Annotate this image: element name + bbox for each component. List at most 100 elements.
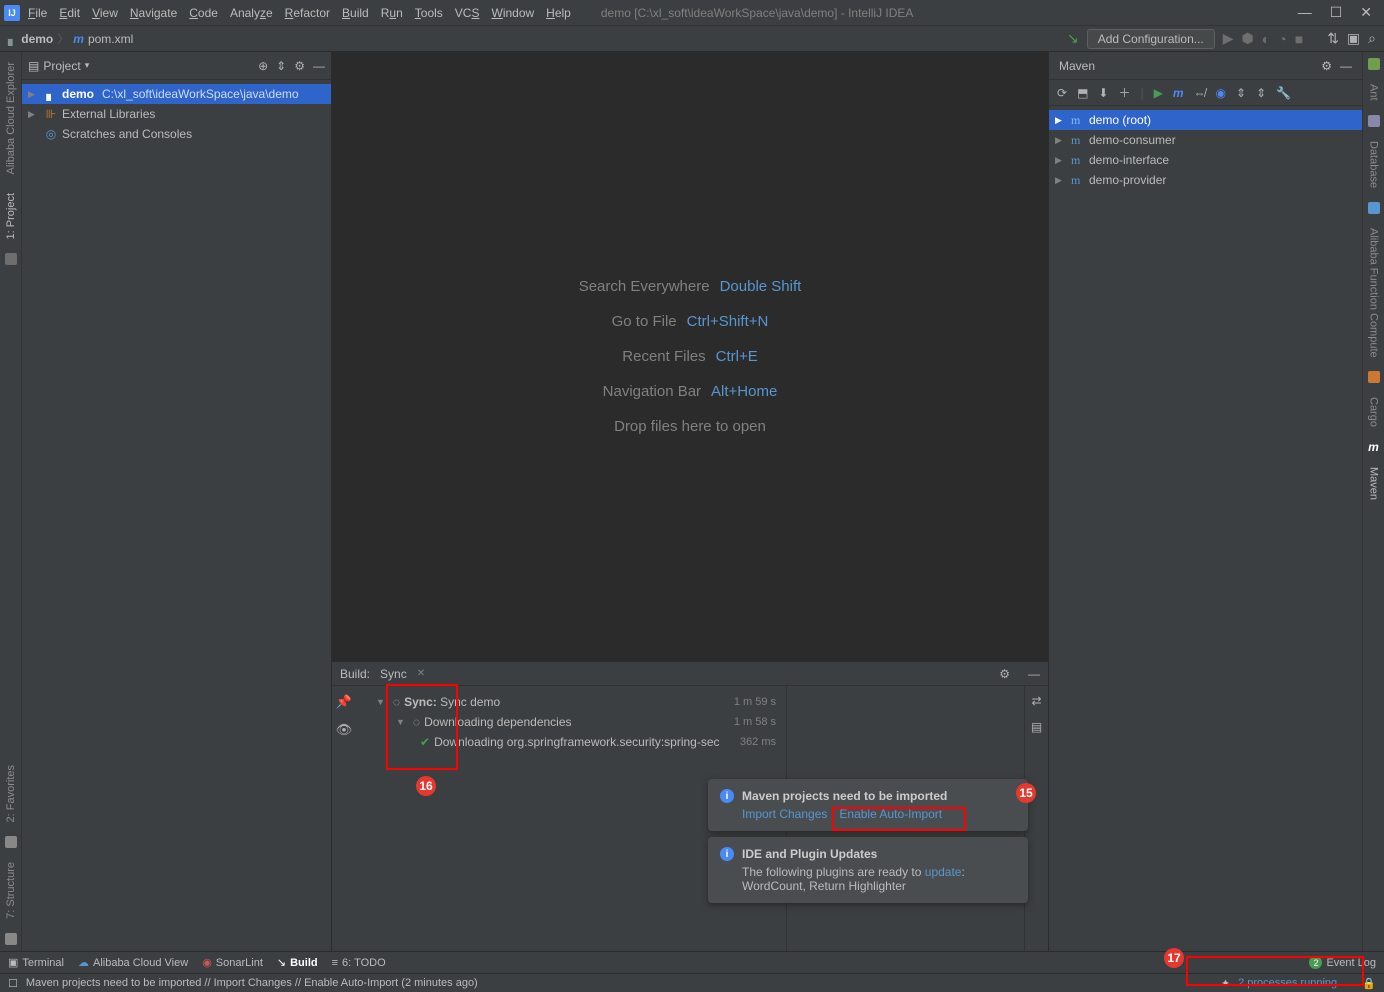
toggle-offline-icon[interactable]: ⇎ xyxy=(1194,86,1206,100)
collapse-icon[interactable]: ⇕ xyxy=(1236,86,1246,100)
run-config-button[interactable]: Add Configuration... xyxy=(1087,29,1215,49)
tree-scratches[interactable]: ◎ Scratches and Consoles xyxy=(22,124,331,144)
gear-icon[interactable]: ⚙ xyxy=(1321,59,1332,73)
maven-icon[interactable]: m xyxy=(1368,441,1380,453)
crumb-file[interactable]: pom.xml xyxy=(88,32,133,46)
pin-icon[interactable]: 📌 xyxy=(336,694,352,710)
window-controls: — ☐ ✕ xyxy=(1298,4,1380,21)
build-tab-sync[interactable]: Sync xyxy=(380,667,407,681)
collapse-icon[interactable]: ⇕ xyxy=(276,59,286,73)
tool-square-icon[interactable] xyxy=(5,253,17,265)
menu-run[interactable]: Run xyxy=(381,6,403,20)
tool-project[interactable]: 1: Project xyxy=(5,189,17,243)
tool-structure[interactable]: 7: Structure xyxy=(5,858,17,923)
build-row[interactable]: ✔ Downloading org.springframework.securi… xyxy=(360,732,782,752)
tool-function-compute[interactable]: Alibaba Function Compute xyxy=(1368,224,1380,362)
minimize-icon[interactable]: — xyxy=(1298,4,1312,21)
project-view-selector[interactable]: ▤ Project ▾ xyxy=(28,59,89,73)
debug-icon[interactable]: ⬢ xyxy=(1242,30,1254,47)
cloud-icon: ☁ xyxy=(78,956,89,969)
hammer-icon[interactable]: ↘ xyxy=(1067,30,1079,47)
maximize-icon[interactable]: ☐ xyxy=(1330,4,1343,21)
build-row[interactable]: ▼ ◌ Sync: Sync demo 1 m 59 s xyxy=(360,692,782,712)
tool-event-log[interactable]: 2Event Log xyxy=(1309,956,1376,969)
maven-item[interactable]: ▶ m demo-provider xyxy=(1049,170,1362,190)
vcs-icon[interactable]: ⇅ xyxy=(1327,30,1339,47)
expand-icon[interactable]: ⇕ xyxy=(1256,86,1266,100)
tool-database[interactable]: Database xyxy=(1368,137,1380,192)
generate-sources-icon[interactable]: ⬒ xyxy=(1077,86,1088,100)
database-icon[interactable] xyxy=(1368,115,1380,127)
star-icon[interactable] xyxy=(5,836,17,848)
tool-favorites[interactable]: 2: Favorites xyxy=(5,761,17,826)
menu-view[interactable]: View xyxy=(92,6,118,20)
tree-ext-libs[interactable]: ▶ ⊪ External Libraries xyxy=(22,104,331,124)
close-icon[interactable]: ✕ xyxy=(1360,4,1372,21)
tree-root[interactable]: ▶ ▖ demo C:\xl_soft\ideaWorkSpace\java\d… xyxy=(22,84,331,104)
wrench-icon[interactable]: 🔧 xyxy=(1276,86,1291,100)
details-icon[interactable]: ▤ xyxy=(1031,720,1042,734)
maven-item[interactable]: ▶ m demo-interface xyxy=(1049,150,1362,170)
hide-icon[interactable]: — xyxy=(313,59,325,73)
tool-todo[interactable]: ≡6: TODO xyxy=(332,957,386,969)
menu-vcs[interactable]: VCS xyxy=(455,6,480,20)
crumb-project[interactable]: demo xyxy=(21,32,53,46)
menu-code[interactable]: Code xyxy=(189,6,218,20)
processes-running[interactable]: 2 processes running... xyxy=(1238,977,1346,989)
toggle-icon[interactable]: ⇄ xyxy=(1031,694,1041,708)
breadcrumb: ▖ demo 〉 m pom.xml xyxy=(8,30,133,47)
run-icon[interactable]: ▶ xyxy=(1154,86,1163,100)
import-changes-link[interactable]: Import Changes xyxy=(742,807,827,821)
gear-icon[interactable]: ⚙ xyxy=(294,59,305,73)
menu-navigate[interactable]: Navigate xyxy=(130,6,177,20)
eye-icon[interactable]: 👁 xyxy=(336,722,353,738)
tool-terminal[interactable]: ▣Terminal xyxy=(8,956,64,969)
reimport-icon[interactable]: ◉ xyxy=(1216,86,1226,100)
tool-cargo[interactable]: Cargo xyxy=(1368,393,1380,431)
m-icon[interactable]: m xyxy=(1173,86,1184,100)
menu-tools[interactable]: Tools xyxy=(415,6,443,20)
maven-title: Maven xyxy=(1059,59,1095,73)
tool-cloud-explorer[interactable]: Alibaba Cloud Explorer xyxy=(5,58,17,179)
project-tree: ▶ ▖ demo C:\xl_soft\ideaWorkSpace\java\d… xyxy=(22,80,331,148)
menu-file[interactable]: File xyxy=(28,6,47,20)
menu-analyze[interactable]: Analyze xyxy=(230,6,273,20)
cargo-icon[interactable] xyxy=(1368,371,1380,383)
chevron-down-icon: ▼ xyxy=(396,717,405,727)
menu-refactor[interactable]: Refactor xyxy=(285,6,330,20)
stop-icon[interactable]: ■ xyxy=(1295,31,1303,47)
profile-icon[interactable]: ◔ xyxy=(1278,31,1286,47)
status-icon[interactable]: ☐ xyxy=(8,977,18,990)
tool-cloud-view[interactable]: ☁Alibaba Cloud View xyxy=(78,956,188,969)
tool-ant[interactable]: Ant xyxy=(1368,80,1380,105)
ant-icon[interactable] xyxy=(1368,58,1380,70)
maven-item[interactable]: ▶ m demo-consumer xyxy=(1049,130,1362,150)
download-icon[interactable]: ⬇ xyxy=(1098,86,1108,100)
menu-edit[interactable]: Edit xyxy=(59,6,80,20)
navbar: ▖ demo 〉 m pom.xml ↘ Add Configuration..… xyxy=(0,26,1384,52)
tool-maven[interactable]: Maven xyxy=(1368,463,1380,504)
menu-build[interactable]: Build xyxy=(342,6,369,20)
layout-icon[interactable]: ▣ xyxy=(1347,30,1360,47)
run-icon[interactable]: ▶ xyxy=(1223,30,1234,47)
maven-item[interactable]: ▶ m demo (root) xyxy=(1049,110,1362,130)
tool-sonarlint[interactable]: ◉SonarLint xyxy=(202,956,263,969)
hide-icon[interactable]: — xyxy=(1340,59,1352,73)
tool-build[interactable]: ↘Build xyxy=(277,956,318,969)
refresh-icon[interactable]: ⟳ xyxy=(1057,86,1067,100)
menu-help[interactable]: Help xyxy=(546,6,571,20)
structure-icon[interactable] xyxy=(5,933,17,945)
locate-icon[interactable]: ⊕ xyxy=(258,59,268,73)
close-tab-icon[interactable]: ✕ xyxy=(417,668,425,679)
gear-icon[interactable]: ⚙ xyxy=(999,667,1010,681)
lock-icon[interactable]: 🔒 xyxy=(1362,977,1376,990)
build-row[interactable]: ▼ ◌ Downloading dependencies 1 m 58 s xyxy=(360,712,782,732)
update-link[interactable]: update xyxy=(925,865,962,879)
enable-auto-import-link[interactable]: Enable Auto-Import xyxy=(839,807,942,821)
function-icon[interactable] xyxy=(1368,202,1380,214)
add-icon[interactable]: ＋ xyxy=(1118,84,1130,101)
hide-icon[interactable]: — xyxy=(1028,667,1040,681)
menu-window[interactable]: Window xyxy=(491,6,534,20)
search-icon[interactable]: ⌕ xyxy=(1368,30,1376,47)
coverage-icon[interactable]: ◐ xyxy=(1262,31,1270,47)
